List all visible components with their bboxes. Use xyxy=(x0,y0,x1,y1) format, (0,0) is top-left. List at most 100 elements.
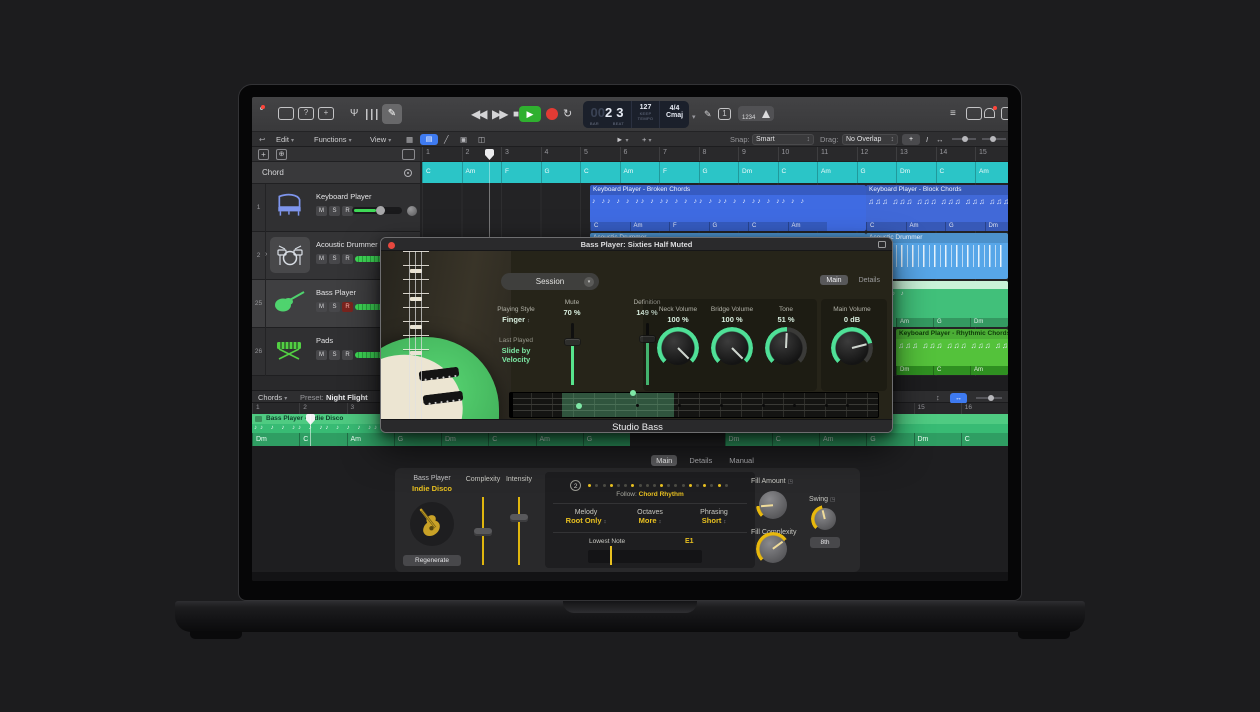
cycle-icon[interactable]: ↻ xyxy=(563,105,572,123)
chord-segment[interactable]: F xyxy=(659,162,699,183)
chord-segment[interactable]: C xyxy=(422,162,462,183)
disclosure-icon[interactable]: › xyxy=(265,251,267,258)
lcd-display[interactable]: 0023 BARBEAT 127 KEEP TEMPO 4/4 Cmaj xyxy=(583,101,689,128)
melody-control[interactable]: MelodyRoot Only ↕ xyxy=(555,509,617,525)
fill-amount-knob[interactable] xyxy=(759,491,787,519)
chord-track-lane[interactable]: CAmFGCAmFGDmCAmGDmCAm xyxy=(422,162,1008,183)
editor-chord-segment[interactable]: G xyxy=(866,433,913,446)
view-menu[interactable]: View ▾ xyxy=(370,135,391,146)
link-icon[interactable] xyxy=(878,241,886,248)
forward-button[interactable]: ▶▶ xyxy=(492,105,506,123)
mute-button[interactable]: M xyxy=(316,350,327,360)
pattern-dot[interactable] xyxy=(617,484,620,487)
record-button[interactable] xyxy=(546,108,558,120)
pattern-dot[interactable] xyxy=(653,484,656,487)
mute-button[interactable]: M xyxy=(316,302,327,312)
automation-icon[interactable]: ╱ xyxy=(444,135,449,144)
pan-knob[interactable] xyxy=(407,206,417,216)
pattern-dot[interactable] xyxy=(696,484,699,487)
loop-icon[interactable]: ▣ xyxy=(460,135,467,144)
region-rhythmic-chords[interactable]: Keyboard Player - Rhythmic Chords Dm C A… xyxy=(896,329,1008,375)
mute-slider[interactable]: Mute 70 % xyxy=(542,299,602,317)
editor-chord-row[interactable]: DmCAmGDmCAmGDmCAmGDmC xyxy=(252,433,1008,446)
editor-chord-segment[interactable]: Dm xyxy=(914,433,961,446)
lcd-chevron-icon[interactable]: ▾ xyxy=(692,109,696,127)
functions-menu[interactable]: Functions ▾ xyxy=(314,135,352,146)
editor-chord-segment[interactable]: G xyxy=(394,433,441,446)
crosshair-icon[interactable]: + xyxy=(902,134,920,145)
flex-icon[interactable]: ◫ xyxy=(478,135,485,144)
follow-row[interactable]: Follow: Chord Rhythm xyxy=(545,491,755,498)
add-track-button[interactable]: + xyxy=(258,149,269,160)
complexity-handle[interactable] xyxy=(474,528,492,536)
pattern-dot[interactable] xyxy=(646,484,649,487)
editor-chord-segment[interactable]: G xyxy=(583,433,630,446)
bar-ruler[interactable]: 123456789101112131415 xyxy=(420,147,1008,162)
plugin-tab[interactable]: Main xyxy=(820,275,847,285)
play-button[interactable]: ▶ xyxy=(519,106,541,122)
grid-view-icon[interactable]: ▦ xyxy=(406,135,413,144)
pencil-tool-selected[interactable]: ✎ xyxy=(382,104,402,124)
swing-knob[interactable] xyxy=(814,508,836,530)
editor-chord-segment[interactable]: C xyxy=(299,433,346,446)
plugin-titlebar[interactable]: Bass Player: Sixties Half Muted xyxy=(381,238,892,251)
fill-complexity-knob[interactable] xyxy=(759,535,787,563)
solo-button[interactable]: S xyxy=(329,302,340,312)
solo-button[interactable]: S xyxy=(329,254,340,264)
media-browser-icon[interactable] xyxy=(1001,107,1008,120)
pattern-dot[interactable] xyxy=(703,484,706,487)
pattern-number-badge[interactable]: 2 xyxy=(570,480,581,491)
pattern-dot[interactable] xyxy=(682,484,685,487)
editor-chord-segment[interactable]: Am xyxy=(536,433,583,446)
chord-segment[interactable]: Am xyxy=(817,162,857,183)
track-header-keyboard-player[interactable]: 1 Keyboard Player MSR xyxy=(252,184,420,232)
pattern-dot[interactable] xyxy=(595,484,598,487)
chord-track-header[interactable]: Chord xyxy=(252,162,420,184)
volume-slider[interactable] xyxy=(352,207,402,214)
octaves-control[interactable]: OctavesMore ↕ xyxy=(621,509,679,525)
pattern-dot[interactable] xyxy=(718,484,721,487)
editor-zoom-slider[interactable] xyxy=(976,397,1002,399)
pointer-tool[interactable]: ► ▾ xyxy=(616,135,629,146)
zoom-slider-h[interactable] xyxy=(982,138,1006,140)
chord-segment[interactable]: G xyxy=(857,162,897,183)
pattern-dot[interactable] xyxy=(639,484,642,487)
help-icon[interactable]: ? xyxy=(298,107,314,120)
drag-dropdown[interactable]: No Overlap↕ xyxy=(842,134,898,145)
track-header-options-icon[interactable] xyxy=(402,149,415,160)
chord-segment[interactable]: G xyxy=(541,162,581,183)
record-enable-button[interactable]: R xyxy=(342,254,353,264)
eighth-note-button[interactable]: 8th xyxy=(810,537,840,548)
pattern-dot[interactable] xyxy=(603,484,606,487)
chord-track-power-icon[interactable] xyxy=(404,169,412,177)
editor-chord-segment[interactable]: Dm xyxy=(252,433,299,446)
notification-bell-icon[interactable] xyxy=(984,108,995,118)
plugin-tab[interactable]: Details xyxy=(853,275,886,285)
pattern-dot[interactable] xyxy=(624,484,627,487)
edit-menu[interactable]: Edit ▾ xyxy=(276,135,294,146)
zoom-slider-v[interactable] xyxy=(952,138,976,140)
undo-icon[interactable]: ↩ xyxy=(259,135,265,144)
phrasing-control[interactable]: PhrasingShort ↕ xyxy=(683,509,745,525)
editor-chord-segment[interactable] xyxy=(677,433,724,446)
record-enable-button-active[interactable]: R xyxy=(342,302,353,312)
pattern-dot[interactable] xyxy=(631,484,634,487)
editor-chord-segment[interactable]: Am xyxy=(819,433,866,446)
editor-chord-segment[interactable]: Dm xyxy=(441,433,488,446)
library-icon[interactable] xyxy=(260,107,263,110)
metronome-group[interactable]: 1234 xyxy=(738,106,774,121)
preset-value[interactable]: Night Flight xyxy=(326,393,368,402)
tuner-icon[interactable]: Ψ xyxy=(350,105,358,123)
editor-chord-segment[interactable]: C xyxy=(961,433,1008,446)
pattern-dot[interactable] xyxy=(588,484,591,487)
player-style-value[interactable]: Indie Disco xyxy=(399,484,465,493)
h-zoom-icon[interactable]: ↔ xyxy=(936,135,944,144)
intensity-handle[interactable] xyxy=(510,514,528,522)
solo-button[interactable]: S xyxy=(329,206,340,216)
lowest-note-bar[interactable] xyxy=(588,550,702,563)
complexity-slider[interactable]: Complexity xyxy=(473,476,493,568)
chord-segment[interactable]: F xyxy=(501,162,541,183)
pattern-dot[interactable] xyxy=(667,484,670,487)
rewind-button[interactable]: ◀◀ xyxy=(471,105,485,123)
record-enable-button[interactable]: R xyxy=(342,350,353,360)
